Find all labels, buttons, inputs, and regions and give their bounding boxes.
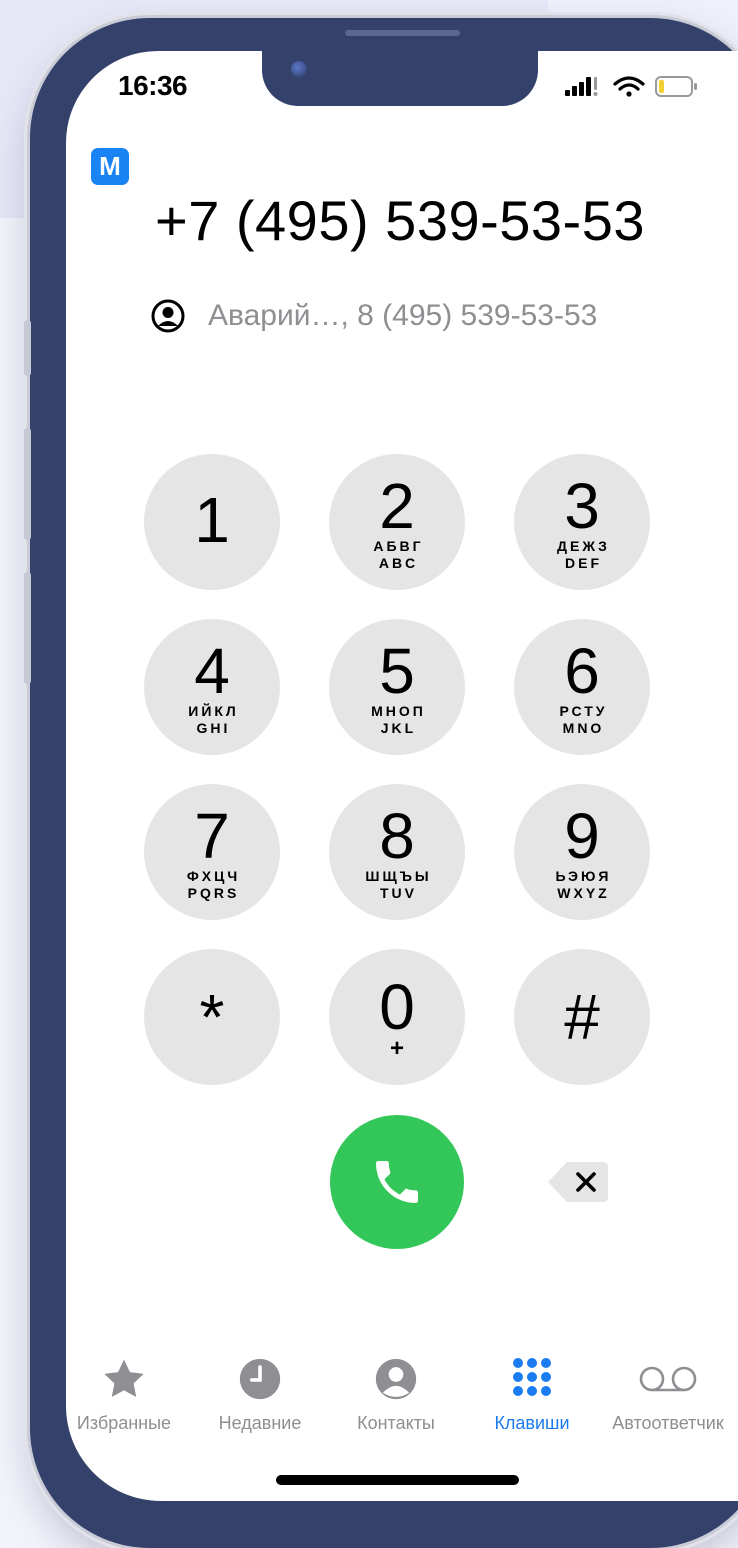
home-indicator[interactable] [276, 1475, 519, 1485]
key-digit: 8 [379, 800, 415, 872]
contact-suggestion[interactable]: Аварий…, 8 (495) 539-53-53 [150, 296, 670, 336]
key-digit: * [199, 981, 225, 1053]
volume-up-button [24, 428, 31, 540]
volume-down-button [24, 572, 31, 684]
key-letters-ru: ЬЭЮЯ [555, 868, 612, 884]
key-digit: 1 [194, 484, 230, 556]
tab-label: Избранные [76, 1413, 172, 1433]
key-4[interactable]: 4 ИЙКЛ GHI [144, 619, 280, 755]
clock-icon [239, 1358, 281, 1400]
key-letters-ru: ФХЦЧ [186, 868, 241, 884]
key-letters-en: ABC [378, 555, 419, 571]
key-star[interactable]: * [144, 949, 280, 1085]
key-letters-en: DEF [565, 555, 602, 571]
key-3[interactable]: 3 ДЕЖЗ DEF [514, 454, 650, 590]
key-9[interactable]: 9 ЬЭЮЯ WXYZ [514, 784, 650, 920]
key-digit: 5 [379, 635, 415, 707]
key-0[interactable]: 0 + [329, 949, 465, 1085]
key-letters-ru: МНОП [371, 703, 426, 719]
status-time: 16:36 [118, 70, 188, 101]
key-letters-ru: ИЙКЛ [188, 703, 239, 719]
tab-voicemail[interactable]: Автоответчик [598, 1355, 738, 1434]
key-7[interactable]: 7 ФХЦЧ PQRS [144, 784, 280, 920]
earpiece-speaker [345, 30, 460, 36]
person-icon [375, 1358, 417, 1400]
key-1[interactable]: 1 [144, 454, 280, 590]
key-digit: 2 [379, 470, 415, 542]
tab-keypad[interactable]: Клавиши [462, 1355, 602, 1434]
front-camera [291, 61, 307, 77]
star-icon [104, 1359, 144, 1398]
mute-switch [24, 320, 31, 376]
tab-bar: Избранные Недавние Контакты Клавиши Авто… [66, 1355, 738, 1445]
key-8[interactable]: 8 ШЩЪЫ TUV [329, 784, 465, 920]
tab-label: Контакты [357, 1413, 435, 1433]
key-digit: # [564, 981, 600, 1053]
key-letters-en: PQRS [187, 885, 240, 901]
delete-button[interactable] [547, 1160, 609, 1204]
tab-contacts[interactable]: Контакты [326, 1355, 466, 1434]
key-letters-ru: АБВГ [373, 538, 424, 554]
key-letters-ru: ШЩЪЫ [365, 868, 432, 884]
key-letters-ru: ДЕЖЗ [557, 538, 610, 554]
call-button[interactable] [330, 1115, 464, 1249]
dialed-number: +7 (495) 539-53-53 [154, 189, 645, 252]
keypad-icon [513, 1358, 551, 1396]
cellular-signal-icon [565, 77, 598, 96]
key-digit: 6 [564, 635, 600, 707]
key-letters-en: TUV [380, 885, 417, 901]
key-hash[interactable]: # [514, 949, 650, 1085]
tab-label: Недавние [218, 1413, 302, 1433]
key-2[interactable]: 2 АБВГ ABC [329, 454, 465, 590]
key-letters-plus: + [389, 1035, 404, 1062]
key-letters-en: GHI [196, 720, 231, 736]
wifi-icon [613, 76, 645, 97]
delete-backspace-icon [548, 1162, 608, 1202]
key-letters-ru: РСТУ [559, 703, 608, 719]
key-digit: 3 [564, 470, 600, 542]
key-digit: 4 [194, 635, 230, 707]
key-letters-en: MNO [562, 720, 605, 736]
key-digit: 9 [564, 800, 600, 872]
key-letters-en: WXYZ [557, 885, 610, 901]
tab-favorites[interactable]: Избранные [54, 1355, 194, 1434]
key-letters-en: JKL [380, 720, 417, 736]
key-digit: 7 [194, 800, 230, 872]
key-5[interactable]: 5 МНОП JKL [329, 619, 465, 755]
key-digit: 0 [379, 971, 415, 1043]
key-6[interactable]: 6 РСТУ MNO [514, 619, 650, 755]
status-icons [563, 72, 708, 102]
contact-suggestion-text: Аварий…, 8 (495) 539-53-53 [208, 299, 598, 332]
tab-label: Автоответчик [612, 1413, 724, 1433]
phone-screen [66, 51, 738, 1501]
battery-icon [655, 76, 697, 97]
voicemail-icon [639, 1366, 697, 1392]
phone-icon [376, 1161, 418, 1203]
tab-label: Клавиши [494, 1413, 570, 1433]
contact-suggestion-icon [151, 299, 185, 333]
tab-recents[interactable]: Недавние [190, 1355, 330, 1434]
carrier-badge: M [91, 148, 129, 185]
